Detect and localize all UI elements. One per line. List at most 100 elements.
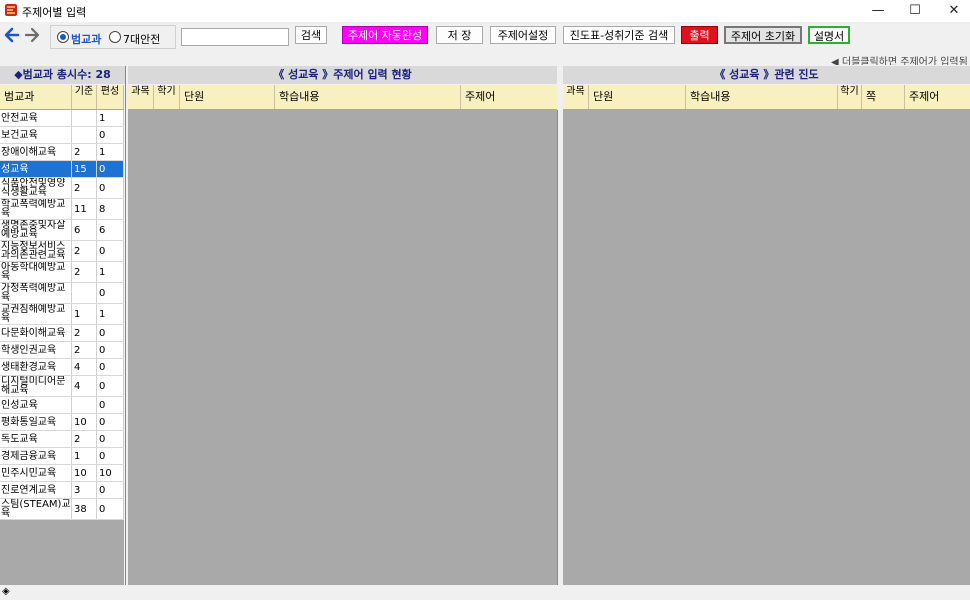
base-hours: 10 [72, 414, 97, 430]
progress-search-button[interactable]: 진도표-성취기준 검색 [563, 26, 675, 44]
header-base: 기준 [72, 85, 97, 109]
subject-name: 성교육 [0, 161, 72, 177]
maximize-button[interactable]: ☐ [895, 0, 935, 22]
header-course: 과목 [563, 85, 589, 109]
planned-hours: 1 [97, 144, 124, 160]
base-hours: 38 [72, 499, 97, 519]
header-subject: 범교과 [0, 85, 72, 109]
header-semester: 학기 [154, 85, 180, 109]
app-icon [5, 4, 17, 16]
subject-list[interactable]: 안전교육 1 보건교육 0 장애이해교육 2 1 성교육 15 0 식품안전및영양 식생활교육 2 0 학… [0, 110, 124, 585]
subject-row[interactable]: 스팀(STEAM)교육 38 0 [0, 499, 124, 520]
subject-row[interactable]: 보건교육 0 [0, 127, 124, 144]
manual-button[interactable]: 설명서 [808, 26, 850, 44]
window-title: 주제어별 입력 [22, 6, 87, 19]
subject-name: 인성교육 [0, 397, 72, 413]
subject-name: 식품안전및영양 식생활교육 [0, 178, 72, 198]
base-hours [72, 283, 97, 303]
base-hours [72, 110, 97, 126]
subject-row[interactable]: 아동학대예방교육 2 1 [0, 262, 124, 283]
subject-row[interactable]: 안전교육 1 [0, 110, 124, 127]
title-bar: 주제어별 입력 — ☐ ✕ [0, 0, 970, 22]
base-hours: 6 [72, 220, 97, 240]
subject-row[interactable]: 식품안전및영양 식생활교육 2 0 [0, 178, 124, 199]
search-button[interactable]: 검색 [295, 26, 327, 44]
subject-row[interactable]: 가정폭력예방교육 0 [0, 283, 124, 304]
planned-hours: 0 [97, 448, 124, 464]
base-hours: 4 [72, 359, 97, 375]
base-hours [72, 397, 97, 413]
close-button[interactable]: ✕ [934, 0, 970, 22]
status-bar: ◈ [0, 585, 970, 600]
subject-name: 학생인권교육 [0, 342, 72, 358]
base-hours: 15 [72, 161, 97, 177]
subject-name: 다문화이해교육 [0, 325, 72, 341]
autocomplete-button[interactable]: 주제어 자동완성 [342, 26, 428, 44]
subject-row[interactable]: 교권침해예방교육 1 1 [0, 304, 124, 325]
subject-row[interactable]: 진로연계교육 3 0 [0, 482, 124, 499]
base-hours: 2 [72, 262, 97, 282]
planned-hours: 0 [97, 178, 124, 198]
base-hours: 3 [72, 482, 97, 498]
right-panel: 《 성교육 》관련 진도 과목 단원 학습내용 학기 쪽 주제어 [563, 66, 970, 585]
subject-name: 교권침해예방교육 [0, 304, 72, 324]
radio-safety-label[interactable]: 7대안전 [123, 31, 160, 47]
subject-row[interactable]: 생태환경교육 4 0 [0, 359, 124, 376]
subject-row[interactable]: 평화통일교육 10 0 [0, 414, 124, 431]
planned-hours: 0 [97, 241, 124, 261]
header-plan: 편성 [97, 85, 124, 109]
forward-arrow-icon[interactable] [22, 25, 42, 45]
header-keyword: 주제어 [465, 90, 496, 103]
radio-safety[interactable] [109, 31, 121, 43]
subject-name: 지능정보서비스과의존관련교육 [0, 241, 72, 261]
print-button[interactable]: 출력 [681, 26, 718, 44]
save-button[interactable]: 저 장 [436, 26, 483, 44]
subject-row[interactable]: 다문화이해교육 2 0 [0, 325, 124, 342]
subject-row[interactable]: 디지털미디어문해교육 4 0 [0, 376, 124, 397]
double-click-hint: ◀ 더블클릭하면 주제어가 입력됨 [831, 57, 968, 65]
subject-name: 디지털미디어문해교육 [0, 376, 72, 396]
right-grid[interactable] [563, 110, 970, 585]
subject-name: 경제금융교육 [0, 448, 72, 464]
subject-row[interactable]: 장애이해교육 2 1 [0, 144, 124, 161]
base-hours: 1 [72, 304, 97, 324]
reset-keyword-button[interactable]: 주제어 초기화 [724, 26, 802, 44]
subject-row[interactable]: 경제금융교육 1 0 [0, 448, 124, 465]
planned-hours: 0 [97, 397, 124, 413]
search-input[interactable] [181, 28, 289, 46]
planned-hours: 1 [97, 304, 124, 324]
subject-name: 가정폭력예방교육 [0, 283, 72, 303]
radio-subject[interactable] [57, 31, 69, 43]
minimize-button[interactable]: — [858, 0, 898, 22]
planned-hours: 0 [97, 414, 124, 430]
header-content: 학습내용 [686, 85, 838, 109]
base-hours: 4 [72, 376, 97, 396]
base-hours: 2 [72, 431, 97, 447]
subject-row[interactable]: 생명존중및자살예방교육 6 6 [0, 220, 124, 241]
subject-row[interactable]: 지능정보서비스과의존관련교육 2 0 [0, 241, 124, 262]
base-hours: 2 [72, 178, 97, 198]
planned-hours: 0 [97, 376, 124, 396]
planned-hours: 0 [97, 161, 124, 177]
middle-panel-header: 과목 학기 단원 학습내용 주제어 [128, 85, 557, 110]
subject-name: 장애이해교육 [0, 144, 72, 160]
subject-row[interactable]: 독도교육 2 0 [0, 431, 124, 448]
back-arrow-icon[interactable] [2, 25, 22, 45]
planned-hours: 0 [97, 127, 124, 143]
subject-row[interactable]: 인성교육 0 [0, 397, 124, 414]
subject-row[interactable]: 학교폭력예방교육 11 8 [0, 199, 124, 220]
base-hours: 11 [72, 199, 97, 219]
radio-subject-label[interactable]: 범교과 [71, 31, 101, 47]
keyword-settings-button[interactable]: 주제어설정 [490, 26, 556, 44]
planned-hours: 0 [97, 431, 124, 447]
subject-row[interactable]: 학생인권교육 2 0 [0, 342, 124, 359]
base-hours: 10 [72, 465, 97, 481]
middle-grid[interactable] [128, 110, 558, 585]
planned-hours: 1 [97, 262, 124, 282]
subject-row[interactable]: 민주시민교육 10 10 [0, 465, 124, 482]
subject-row[interactable]: 성교육 15 0 [0, 161, 124, 178]
left-panel-header: 범교과 기준 편성 [0, 85, 124, 110]
subject-name: 생명존중및자살예방교육 [0, 220, 72, 240]
header-unit: 단원 [589, 85, 686, 109]
subject-name: 아동학대예방교육 [0, 262, 72, 282]
